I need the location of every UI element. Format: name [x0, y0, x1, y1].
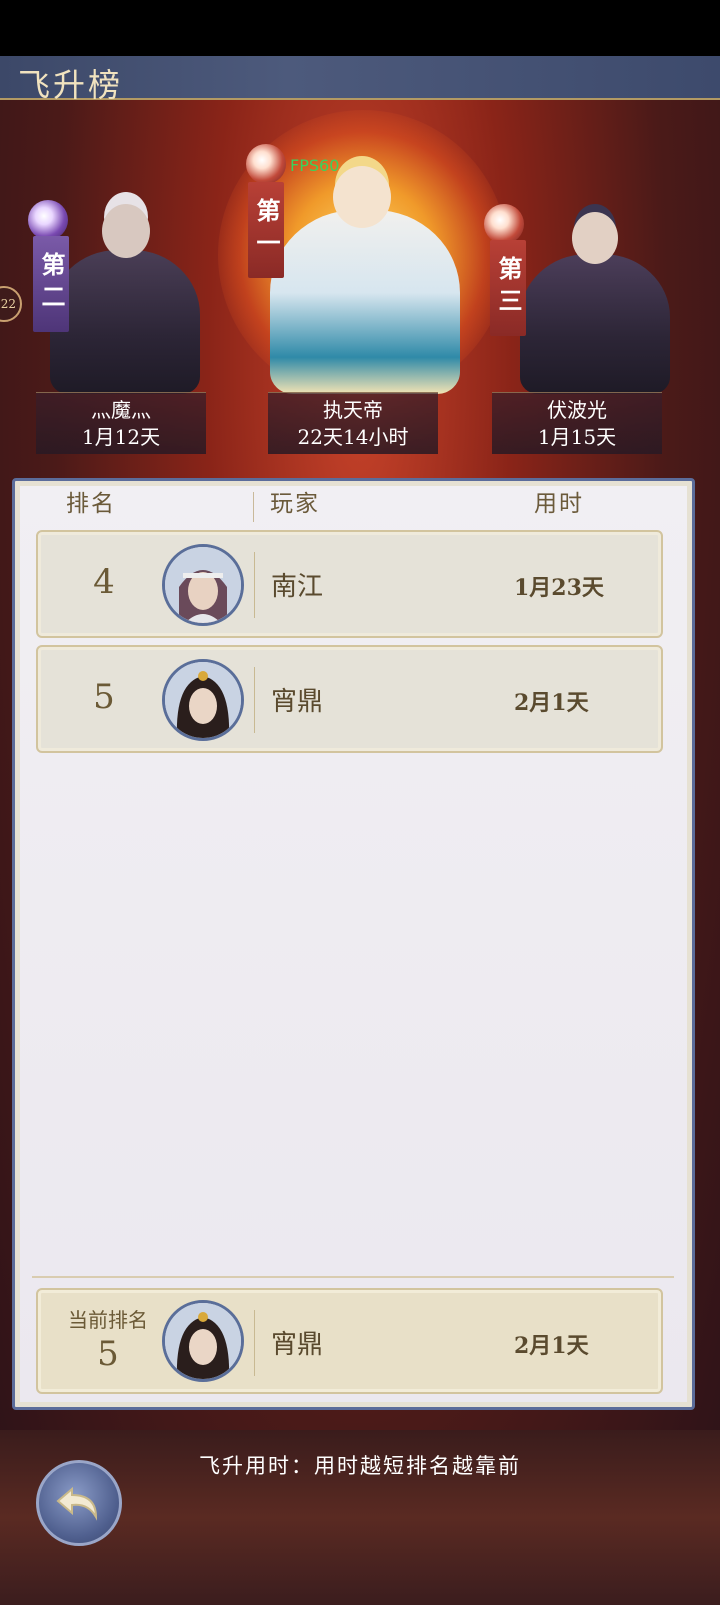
first-place-head	[333, 166, 391, 228]
row-rank: 4	[93, 562, 115, 602]
avatar[interactable]	[162, 1300, 244, 1382]
title-bar: 飞升榜	[0, 56, 720, 104]
row-time: 1月23天	[514, 575, 604, 601]
current-rank-label: 当前排名	[68, 1308, 148, 1332]
table-row[interactable]: 5 宵鼎 2月1天	[36, 645, 663, 753]
first-place-name: 执天帝	[323, 398, 383, 422]
second-place-card: 灬魔灬 1月12天	[36, 392, 206, 454]
page-title: 飞升榜	[18, 66, 124, 104]
first-place-card: 执天帝 22天14小时	[268, 392, 438, 454]
current-rank-value: 5	[97, 1334, 119, 1374]
panel-divider	[32, 1276, 674, 1278]
status-bar	[0, 0, 720, 56]
second-place-name: 灬魔灬	[91, 398, 151, 422]
row-player-name: 南江	[271, 572, 324, 602]
row-rank: 5	[93, 677, 115, 717]
column-header-player: 玩家	[270, 491, 320, 517]
rank-ribbon-third: 第三	[490, 240, 526, 336]
avatar[interactable]	[162, 544, 244, 626]
third-place-robe	[520, 254, 670, 394]
second-place-time: 1月12天	[81, 425, 161, 449]
first-place-figure[interactable]	[255, 140, 475, 394]
ribbon-orb-icon	[28, 200, 68, 240]
row-time: 2月1天	[514, 690, 589, 716]
current-time: 2月1天	[514, 1333, 589, 1359]
rank-ribbon-first: 第一	[248, 182, 284, 278]
header-divider	[253, 492, 254, 522]
rank-ribbon-second: 第二	[33, 236, 69, 332]
row-player-name: 宵鼎	[271, 687, 324, 717]
column-header-rank: 排名	[66, 491, 116, 517]
second-place-robe	[50, 250, 200, 394]
table-row[interactable]: 4 南江 1月23天	[36, 530, 663, 638]
top-three-podium: 第一 FPS60 第二 第三 灬魔灬 1月12天 执天帝 22天14小时 伏波光…	[0, 110, 720, 465]
third-place-head	[572, 212, 618, 264]
third-place-name: 伏波光	[547, 398, 607, 422]
back-arrow-icon	[56, 1486, 98, 1521]
second-place-head	[102, 204, 150, 258]
row-divider	[254, 667, 255, 733]
row-divider	[254, 1310, 255, 1376]
ribbon-orb-icon	[484, 204, 524, 244]
column-header-time: 用时	[534, 491, 584, 517]
third-place-time: 1月15天	[537, 425, 617, 449]
fps-counter: FPS60	[290, 156, 340, 175]
ribbon-orb-icon	[246, 144, 286, 184]
third-place-card: 伏波光 1月15天	[492, 392, 662, 454]
third-place-figure[interactable]	[510, 190, 680, 394]
avatar[interactable]	[162, 659, 244, 741]
current-rank-row[interactable]: 当前排名 5 宵鼎 2月1天	[36, 1288, 663, 1394]
back-button[interactable]	[36, 1460, 122, 1546]
first-place-time: 22天14小时	[297, 425, 409, 449]
current-player-name: 宵鼎	[271, 1330, 324, 1360]
first-place-robe	[270, 210, 460, 394]
row-divider	[254, 552, 255, 618]
